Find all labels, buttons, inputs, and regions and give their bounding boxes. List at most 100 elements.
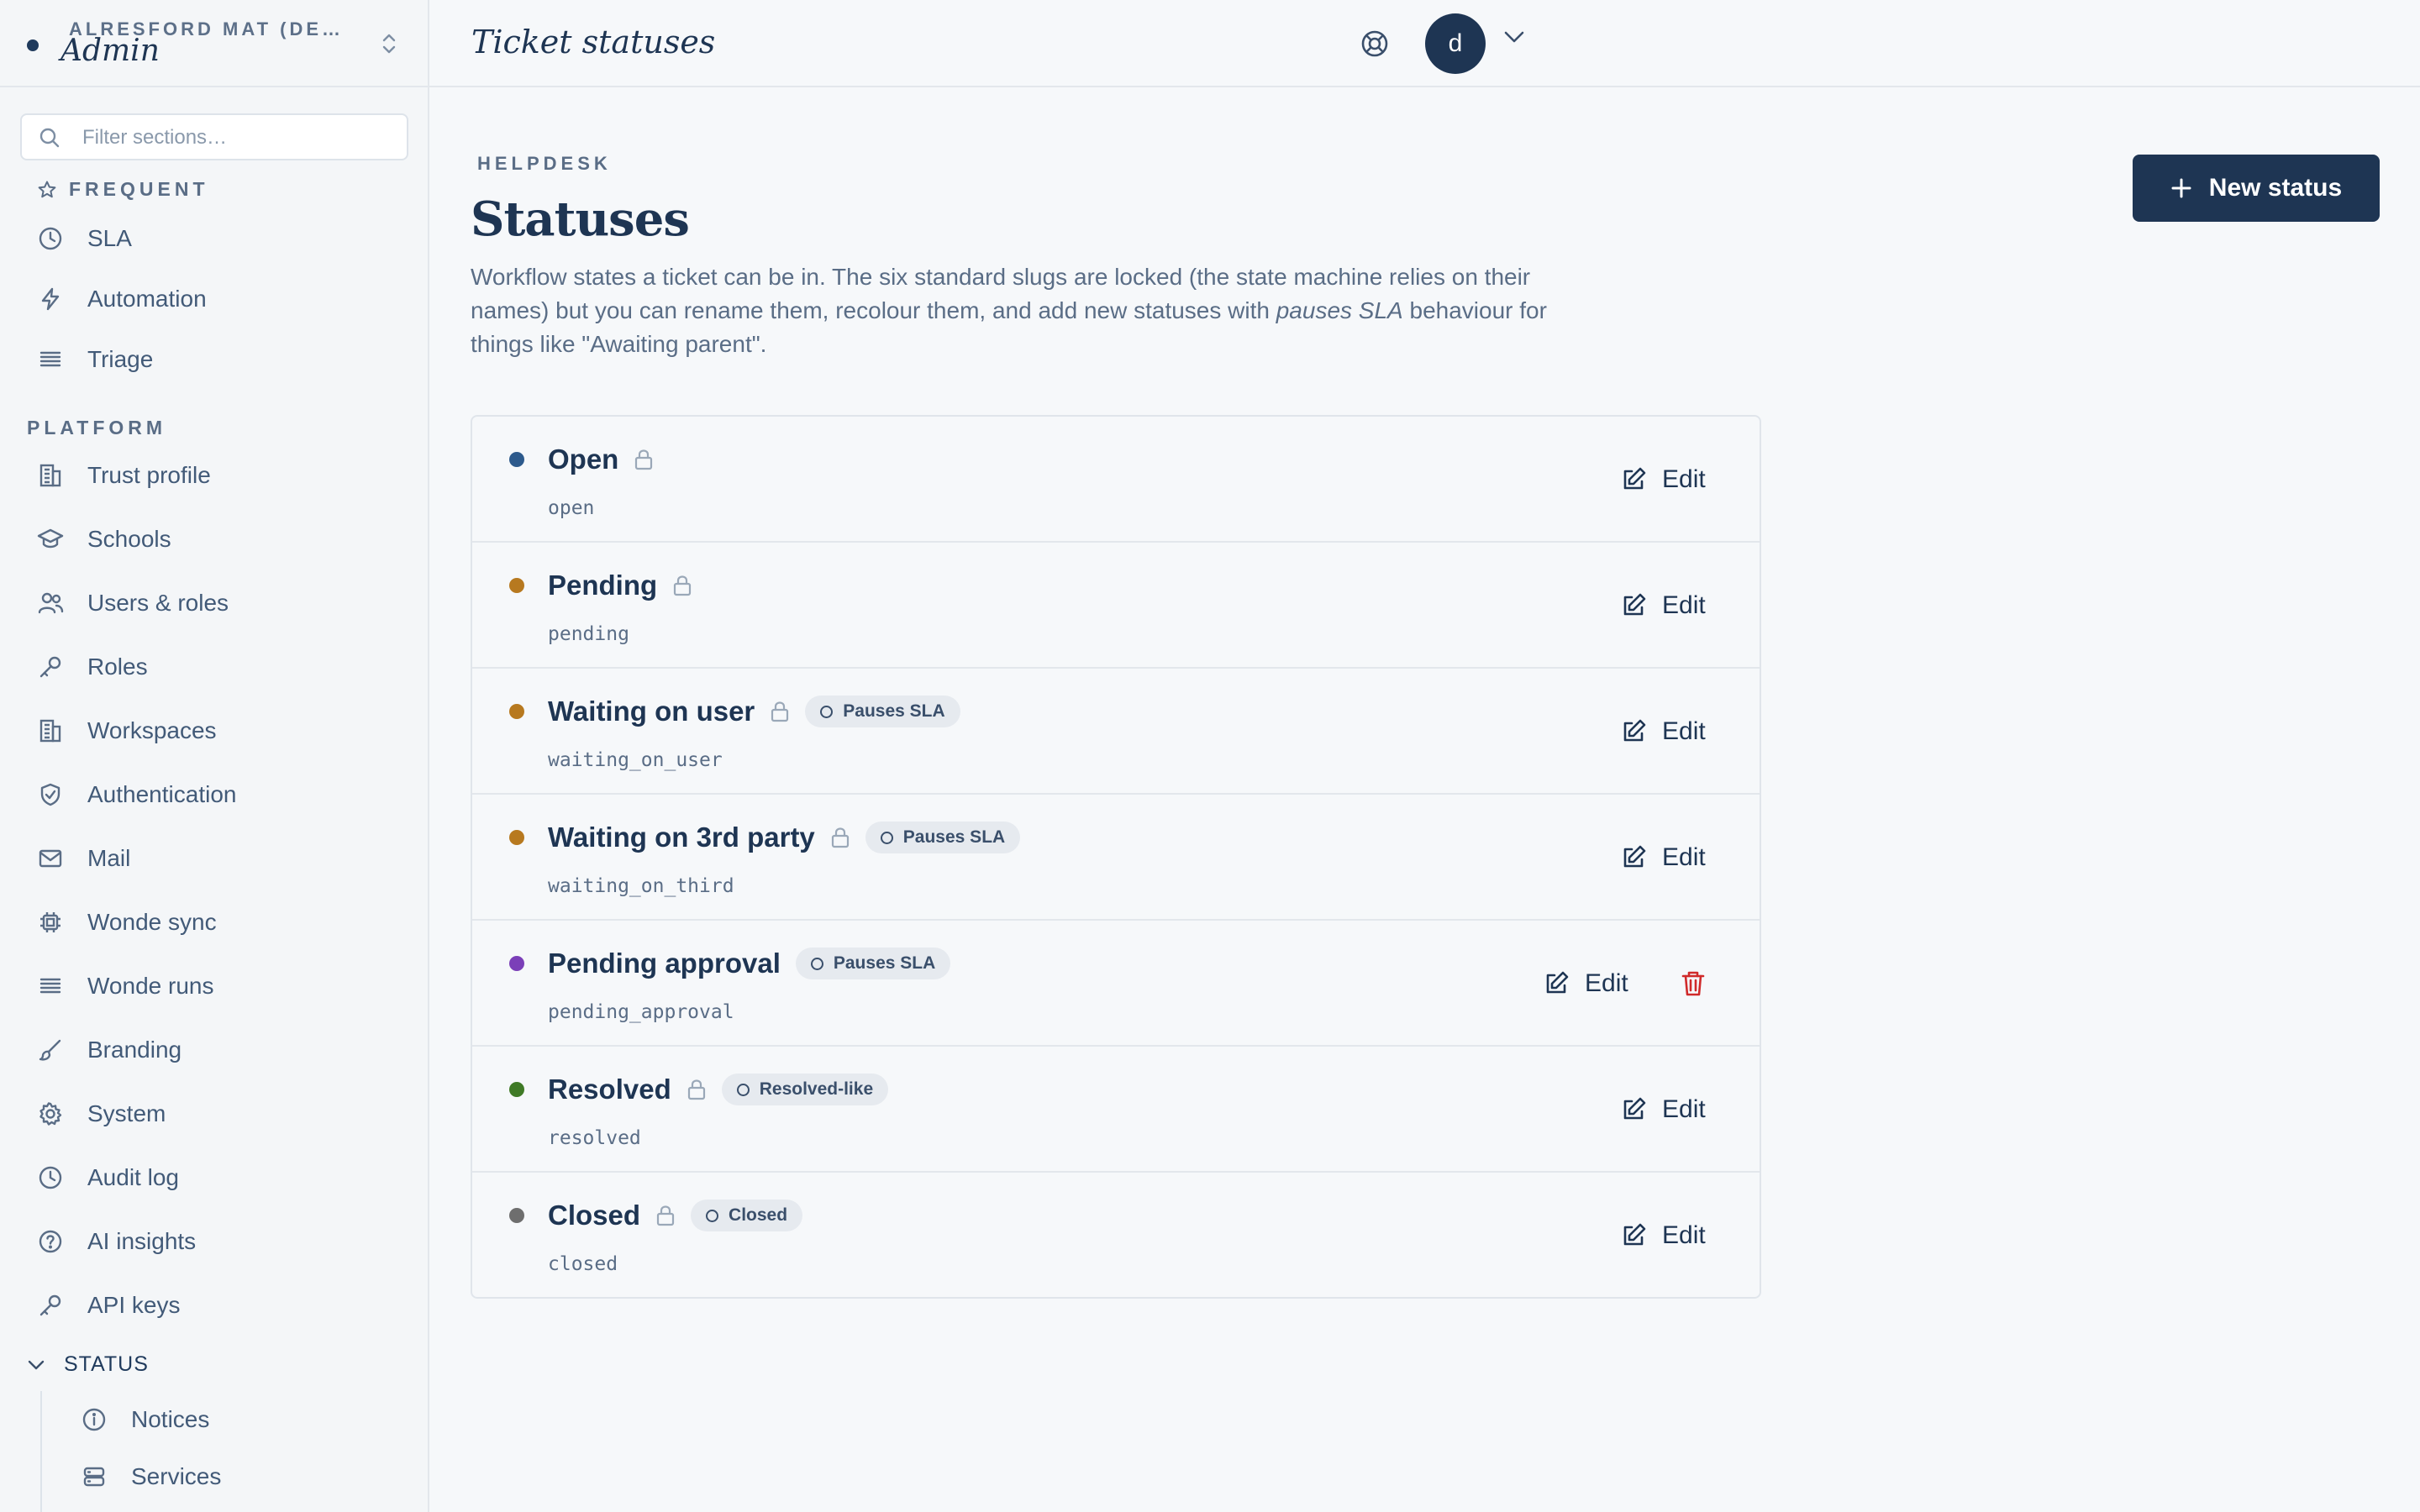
sidebar-item-label: Branding — [87, 1037, 182, 1063]
clock-icon — [34, 222, 67, 255]
sidebar-item-wonde-runs[interactable]: Wonde runs — [20, 961, 408, 1011]
sidebar-item-label: Automation — [87, 286, 207, 312]
filter-sections-input[interactable] — [82, 123, 402, 153]
new-status-button[interactable]: New status — [2133, 155, 2380, 222]
platform-heading: PLATFORM — [27, 417, 166, 439]
clock-icon — [34, 1161, 67, 1194]
status-badge: Pauses SLA — [805, 696, 960, 727]
sidebar-item-mail[interactable]: Mail — [20, 833, 408, 884]
sidebar-item-sla[interactable]: SLA — [20, 213, 408, 264]
chip-icon — [34, 906, 67, 939]
brush-icon — [34, 1033, 67, 1067]
edit-button[interactable]: Edit — [1620, 1213, 1706, 1258]
frequent-heading: FREQUENT — [37, 178, 209, 201]
status-section-toggle[interactable]: STATUS — [27, 1352, 149, 1377]
edit-button[interactable]: Edit — [1543, 961, 1628, 1006]
status-slug: pending — [548, 623, 629, 645]
status-row: Waiting on 3rd party Pauses SLA waiting_… — [472, 795, 1760, 921]
status-color-dot — [509, 1208, 524, 1223]
sidebar-item-trust-profile[interactable]: Trust profile — [20, 450, 408, 501]
edit-label: Edit — [1662, 591, 1706, 619]
section-eyebrow: HELPDESK — [477, 153, 612, 174]
status-badge: Resolved-like — [721, 1074, 889, 1105]
edit-button[interactable]: Edit — [1620, 1087, 1706, 1132]
building-icon — [34, 714, 67, 748]
chevron-up-down-icon — [379, 32, 399, 55]
edit-button[interactable]: Edit — [1620, 583, 1706, 628]
edit-icon — [1620, 466, 1662, 493]
plus-icon — [2170, 177, 2209, 199]
edit-button[interactable]: Edit — [1620, 457, 1706, 502]
chevron-down-icon[interactable] — [1503, 30, 1525, 44]
status-color-dot — [509, 452, 524, 467]
sidebar-item-system[interactable]: System — [20, 1089, 408, 1139]
key-icon — [34, 650, 67, 684]
edit-label: Edit — [1662, 717, 1706, 745]
avatar[interactable]: d — [1425, 13, 1486, 74]
sidebar-item-roles[interactable]: Roles — [20, 642, 408, 692]
sidebar-item-authentication[interactable]: Authentication — [20, 769, 408, 820]
org-status-dot — [27, 39, 39, 51]
badge-label: Pauses SLA — [833, 953, 936, 973]
circle-icon — [880, 831, 893, 844]
circle-icon — [820, 705, 834, 718]
edit-button[interactable]: Edit — [1620, 709, 1706, 754]
sidebar-item-label: Audit log — [87, 1164, 179, 1190]
list-icon — [34, 969, 67, 1003]
status-name: Open — [548, 444, 619, 475]
status-name: Waiting on user — [548, 696, 755, 727]
status-list: Open open Edit Pending pending Edit Wait… — [471, 415, 1761, 1299]
graduation-cap-icon — [34, 522, 67, 556]
sidebar-item-label: API keys — [87, 1292, 181, 1318]
sidebar-item-api-keys[interactable]: API keys — [20, 1280, 408, 1331]
sidebar-item-branding[interactable]: Branding — [20, 1025, 408, 1075]
org-switcher[interactable]: ALRESFORD MAT (DE… Admin — [0, 0, 428, 87]
status-name: Resolved — [548, 1074, 671, 1105]
shield-check-icon — [34, 778, 67, 811]
sidebar: ALRESFORD MAT (DE… Admin FREQUENT SLA Au… — [0, 0, 429, 1512]
help-circle-icon — [34, 1225, 67, 1258]
sidebar-item-label: Services — [131, 1463, 222, 1489]
sidebar-item-automation[interactable]: Automation — [20, 274, 408, 324]
status-slug: resolved — [548, 1127, 641, 1149]
circle-icon — [706, 1209, 719, 1222]
lock-icon — [672, 574, 692, 597]
circle-icon — [810, 957, 823, 970]
sidebar-item-services[interactable]: Services — [60, 1452, 408, 1502]
sidebar-item-label: Workspaces — [87, 717, 217, 743]
badge-label: Resolved-like — [759, 1079, 874, 1099]
lock-icon — [655, 1204, 676, 1227]
help-button[interactable] — [1356, 25, 1393, 62]
sidebar-item-workspaces[interactable]: Workspaces — [20, 706, 408, 756]
sidebar-item-wonde-sync[interactable]: Wonde sync — [20, 897, 408, 948]
status-label: STATUS — [64, 1352, 149, 1376]
sidebar-item-notices[interactable]: Notices — [60, 1394, 408, 1445]
status-slug: open — [548, 497, 595, 519]
status-color-dot — [509, 704, 524, 719]
edit-button[interactable]: Edit — [1620, 835, 1706, 880]
star-icon — [37, 180, 57, 200]
status-row: Waiting on user Pauses SLA waiting_on_us… — [472, 669, 1760, 795]
page-title: Statuses — [471, 192, 690, 247]
delete-button[interactable] — [1677, 968, 1709, 1000]
sidebar-item-users-roles[interactable]: Users & roles — [20, 578, 408, 628]
page-description: Workflow states a ticket can be in. The … — [471, 260, 1613, 361]
sidebar-item-label: Schools — [87, 526, 171, 552]
sidebar-item-triage[interactable]: Triage — [20, 334, 408, 385]
edit-icon — [1620, 844, 1662, 871]
edit-icon — [1620, 592, 1662, 619]
sidebar-item-label: Mail — [87, 845, 131, 871]
status-slug: pending_approval — [548, 1001, 734, 1023]
search-icon — [39, 127, 60, 149]
org-role: Admin — [60, 34, 160, 68]
status-row: Pending approval Pauses SLA pending_appr… — [472, 921, 1760, 1047]
building-icon — [34, 459, 67, 492]
sidebar-item-schools[interactable]: Schools — [20, 514, 408, 564]
users-icon — [34, 586, 67, 620]
sidebar-item-audit-log[interactable]: Audit log — [20, 1152, 408, 1203]
sidebar-item-label: Users & roles — [87, 590, 229, 616]
status-name: Pending — [548, 570, 658, 601]
status-rail — [40, 1391, 42, 1512]
edit-icon — [1543, 970, 1585, 997]
sidebar-item-ai-insights[interactable]: AI insights — [20, 1216, 408, 1267]
